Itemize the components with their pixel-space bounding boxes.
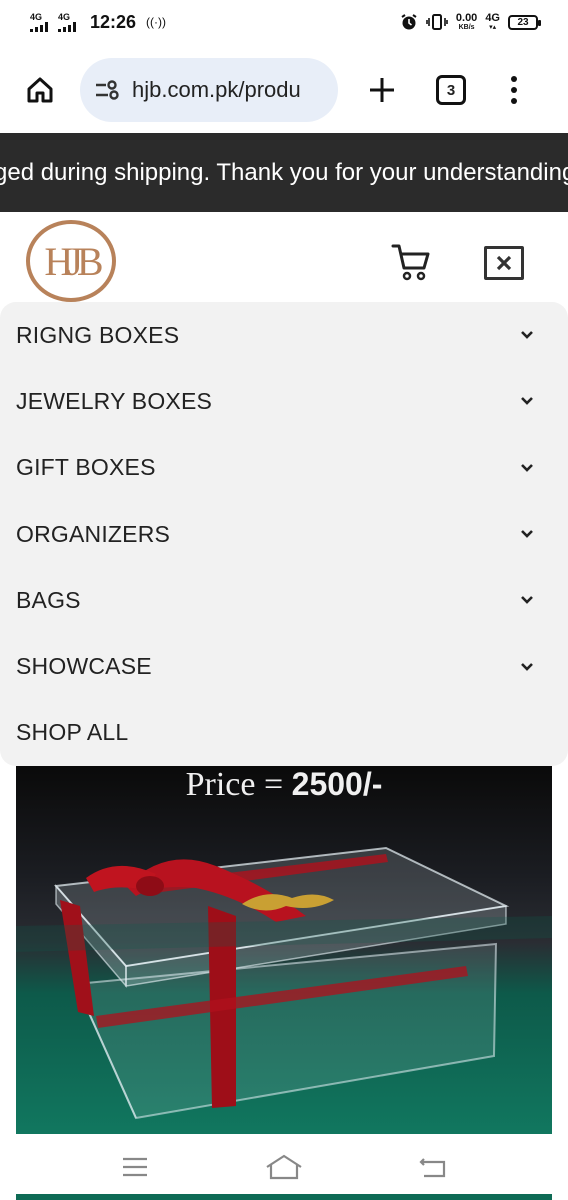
battery-level: 23 xyxy=(517,16,529,28)
recent-apps-button[interactable] xyxy=(115,1152,155,1182)
menu-item-label: GIFT BOXES xyxy=(16,454,156,481)
menu-item-showcase[interactable]: SHOWCASE xyxy=(0,633,568,699)
chevron-down-icon[interactable] xyxy=(518,591,536,609)
chevron-down-icon[interactable] xyxy=(518,326,536,344)
menu-item-label: SHOWCASE xyxy=(16,653,152,680)
cart-icon xyxy=(391,244,430,281)
menu-item-gift-boxes[interactable]: GIFT BOXES xyxy=(0,435,568,501)
chevron-down-icon[interactable] xyxy=(518,459,536,477)
data-speed: 0.00 KB/s xyxy=(455,12,478,32)
menu-item-label: SHOP ALL xyxy=(16,719,129,746)
signal-icon: 4G xyxy=(58,11,76,32)
menu-item-jewelry-boxes[interactable]: JEWELRY BOXES xyxy=(0,368,568,434)
site-logo[interactable]: HJB xyxy=(26,220,116,302)
menu-item-label: JEWELRY BOXES xyxy=(16,387,213,414)
menu-item-shop-all[interactable]: SHOP ALL xyxy=(0,700,568,766)
menu-item-label: BAGS xyxy=(16,586,81,613)
status-bar: 4G 4G 12:26 ((·)) 0.00 KB/s 4G ▾▴ 23 xyxy=(0,0,568,44)
speed-value: 0.00 xyxy=(455,12,478,24)
announcement-text: ged during shipping. Thank you for your … xyxy=(0,158,568,186)
dot xyxy=(511,87,517,93)
status-left: 4G 4G 12:26 ((·)) xyxy=(30,12,166,33)
alarm-icon xyxy=(401,14,417,30)
menu-item-label: ORGANIZERS xyxy=(16,520,171,547)
product-image[interactable]: Price = 2500/- xyxy=(16,766,552,1134)
clock: 12:26 xyxy=(90,11,137,32)
tab-count: 3 xyxy=(446,81,456,99)
more-options-button[interactable] xyxy=(504,70,524,110)
home-icon xyxy=(27,77,53,103)
system-navigation-bar xyxy=(0,1134,568,1200)
system-back-button[interactable] xyxy=(413,1152,453,1182)
tab-switcher-button[interactable]: 3 xyxy=(436,75,466,105)
menu-item-organizers[interactable]: ORGANIZERS xyxy=(0,501,568,567)
product-image-edge xyxy=(16,1194,552,1200)
cart-button[interactable] xyxy=(390,240,434,284)
status-right: 0.00 KB/s 4G ▾▴ 23 xyxy=(400,12,541,32)
menu-item-ring-boxes[interactable]: RIGNG BOXES xyxy=(0,302,568,368)
url-text[interactable]: hjb.com.pk/produ xyxy=(132,77,301,103)
network-label: 4G xyxy=(30,11,43,22)
data-arrows-icon: ▾▴ xyxy=(489,24,497,31)
signal-icon: 4G xyxy=(30,11,48,32)
hotspot-icon: ((·)) xyxy=(146,15,167,29)
network-label: 4G xyxy=(485,12,500,24)
site-header: HJB xyxy=(0,212,568,304)
menu-lines-icon xyxy=(122,1157,147,1177)
navigation-menu: RIGNG BOXES JEWELRY BOXES GIFT BOXES ORG… xyxy=(0,302,568,766)
system-home-button[interactable] xyxy=(264,1152,304,1182)
acrylic-gift-box-illustration xyxy=(16,846,552,1120)
chevron-down-icon[interactable] xyxy=(518,525,536,543)
battery-icon: 23 xyxy=(508,14,541,30)
menu-item-bags[interactable]: BAGS xyxy=(0,567,568,633)
address-bar[interactable]: hjb.com.pk/produ xyxy=(80,58,338,122)
browser-toolbar: hjb.com.pk/produ 3 xyxy=(0,48,568,132)
chevron-down-icon[interactable] xyxy=(518,658,536,676)
site-settings-icon[interactable] xyxy=(94,79,120,101)
menu-item-label: RIGNG BOXES xyxy=(16,321,180,348)
network-label: 4G xyxy=(58,11,71,22)
vibrate-icon xyxy=(426,14,448,30)
data-indicator: 4G ▾▴ xyxy=(485,12,500,32)
speed-unit: KB/s xyxy=(458,24,475,31)
chevron-down-icon[interactable] xyxy=(518,392,536,410)
plus-icon xyxy=(370,78,394,102)
new-tab-button[interactable] xyxy=(360,68,404,112)
close-menu-button[interactable] xyxy=(484,246,524,280)
dot xyxy=(511,76,517,82)
back-icon xyxy=(419,1158,446,1178)
home-outline-icon xyxy=(266,1154,302,1180)
close-icon xyxy=(496,255,512,271)
home-button[interactable] xyxy=(20,70,60,110)
dot xyxy=(511,98,517,104)
logo-text: HJB xyxy=(44,238,103,284)
announcement-bar: ged during shipping. Thank you for your … xyxy=(0,133,568,212)
